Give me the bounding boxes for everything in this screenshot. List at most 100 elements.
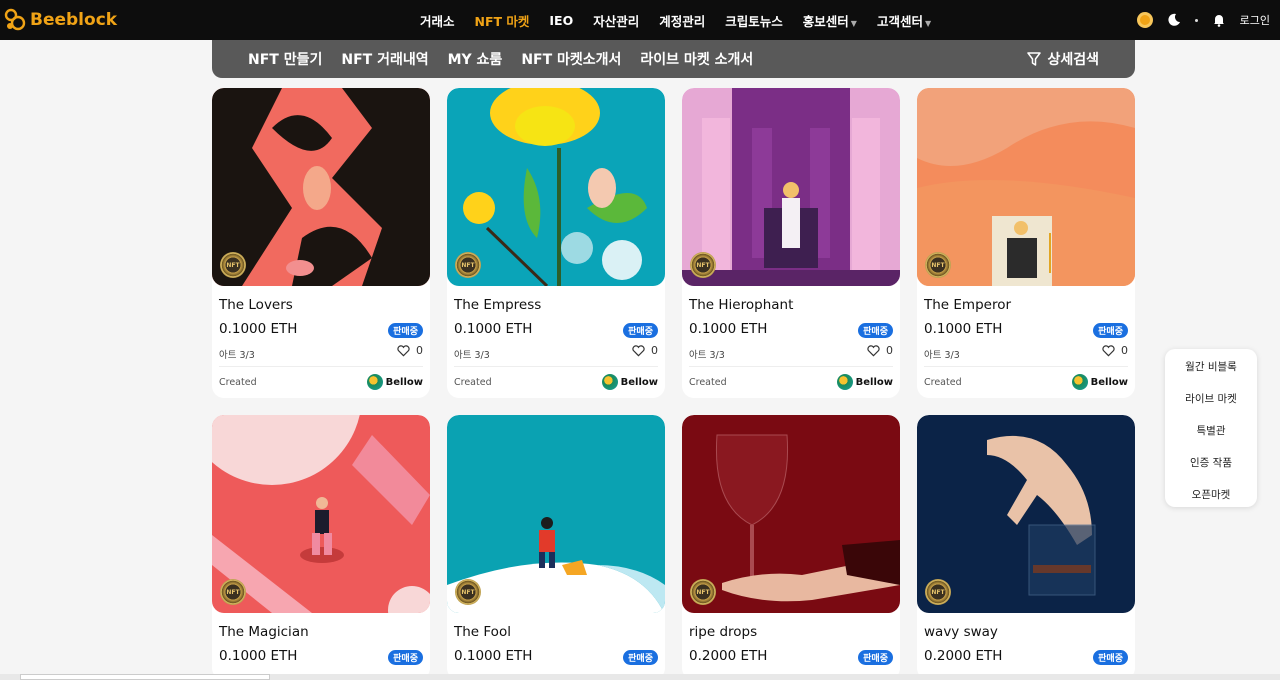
nft-title: ripe drops — [689, 624, 758, 640]
nft-artwork-image[interactable]: NFT — [917, 88, 1135, 286]
like-counter[interactable]: 0 — [397, 344, 423, 357]
heart-icon[interactable] — [867, 344, 880, 357]
nft-badge-icon: NFT — [925, 579, 951, 605]
nft-title: The Fool — [454, 624, 511, 640]
nft-title: The Hierophant — [689, 297, 794, 313]
nft-artwork-image[interactable]: NFT — [447, 415, 665, 613]
menu-item-promotion-center[interactable]: 홍보센터 ▼ — [803, 11, 857, 30]
subnav-market-intro[interactable]: NFT 마켓소개서 — [521, 49, 621, 69]
menu-item-exchange[interactable]: 거래소 — [420, 11, 455, 30]
menu-item-customer-center[interactable]: 고객센터 ▼ — [877, 11, 931, 30]
heart-icon[interactable] — [1102, 344, 1115, 357]
nft-badge-icon: NFT — [455, 252, 481, 278]
menu-item-nft-market[interactable]: NFT 마켓 — [475, 11, 530, 30]
like-count: 0 — [886, 344, 893, 357]
like-counter[interactable]: 0 — [632, 344, 658, 357]
creator-info[interactable]: Bellow — [836, 374, 893, 390]
status-badge: 판매중 — [858, 323, 893, 338]
side-menu-open-market[interactable]: 오픈마켓 — [1165, 487, 1257, 502]
card-divider — [689, 366, 893, 367]
caret-down-icon: ▼ — [850, 18, 857, 28]
nft-price: 0.1000 ETH — [924, 321, 1003, 337]
dark-mode-icon[interactable] — [1167, 13, 1181, 27]
nft-artwork-image[interactable]: NFT — [212, 415, 430, 613]
nft-badge-icon: NFT — [455, 579, 481, 605]
nft-subnav: NFT 만들기 NFT 거래내역 MY 쇼룸 NFT 마켓소개서 라이브 마켓 … — [212, 40, 1135, 78]
nft-edition: 아트 3/3 — [924, 350, 960, 361]
creator-name: Bellow — [855, 376, 893, 388]
nft-card[interactable]: NFT The Fool 0.1000 ETH 판매중 — [447, 415, 665, 680]
advanced-search-label: 상세검색 — [1047, 52, 1099, 68]
nft-artwork-image[interactable]: NFT — [917, 415, 1135, 613]
nft-edition: 아트 3/3 — [689, 350, 725, 361]
nft-title: The Empress — [454, 297, 542, 313]
like-counter[interactable]: 0 — [1102, 344, 1128, 357]
status-badge: 판매중 — [623, 323, 658, 338]
brand-logo[interactable]: Beeblock — [4, 7, 117, 33]
side-menu-monthly-beeblock[interactable]: 월간 비블록 — [1165, 359, 1257, 374]
nft-card[interactable]: NFT wavy sway 0.2000 ETH 판매중 — [917, 415, 1135, 680]
creator-name: Bellow — [385, 376, 423, 388]
heart-icon[interactable] — [632, 344, 645, 357]
creator-info[interactable]: Bellow — [601, 374, 658, 390]
creator-info[interactable]: Bellow — [366, 374, 423, 390]
nft-price: 0.1000 ETH — [689, 321, 768, 337]
top-right-controls: 로그인 — [1136, 0, 1270, 40]
side-menu-special-hall[interactable]: 특별관 — [1165, 423, 1257, 438]
filter-icon — [1027, 52, 1042, 66]
menu-item-account-management[interactable]: 계정관리 — [659, 11, 705, 30]
nft-badge-icon: NFT — [220, 252, 246, 278]
nft-title: wavy sway — [924, 624, 998, 640]
nft-edition: 아트 3/3 — [219, 350, 255, 361]
card-divider — [454, 366, 658, 367]
caret-down-icon: ▼ — [924, 18, 932, 28]
subnav-create-nft[interactable]: NFT 만들기 — [248, 49, 322, 69]
nft-artwork-image[interactable]: NFT — [682, 88, 900, 286]
taskbar-tab[interactable] — [20, 674, 270, 680]
card-divider — [924, 366, 1128, 367]
card-divider — [219, 366, 423, 367]
menu-item-crypto-news[interactable]: 크립토뉴스 — [725, 11, 783, 30]
status-badge: 판매중 — [388, 323, 423, 338]
avatar — [601, 374, 618, 390]
advanced-search-button[interactable]: 상세검색 — [1027, 40, 1099, 78]
nft-card[interactable]: NFT ripe drops 0.2000 ETH 판매중 — [682, 415, 900, 680]
avatar — [836, 374, 853, 390]
nft-card[interactable]: NFT The Emperor 0.1000 ETH 판매중 아트 3/3 0 … — [917, 88, 1135, 398]
nft-card[interactable]: NFT The Magician 0.1000 ETH 판매중 — [212, 415, 430, 680]
nft-price: 0.1000 ETH — [454, 648, 533, 664]
nft-price: 0.1000 ETH — [219, 321, 298, 337]
subnav-live-market-intro[interactable]: 라이브 마켓 소개서 — [640, 49, 753, 69]
nft-price: 0.2000 ETH — [924, 648, 1003, 664]
nft-artwork-image[interactable]: NFT — [447, 88, 665, 286]
creator-info[interactable]: Bellow — [1071, 374, 1128, 390]
nft-badge-icon: NFT — [925, 252, 951, 278]
nft-badge-icon: NFT — [220, 579, 246, 605]
menu-item-label: 고객센터 — [876, 13, 923, 29]
subnav-nft-history[interactable]: NFT 거래내역 — [341, 49, 428, 69]
like-counter[interactable]: 0 — [867, 344, 893, 357]
nft-title: The Magician — [219, 624, 309, 640]
avatar — [366, 374, 383, 390]
nft-price: 0.2000 ETH — [689, 648, 768, 664]
menu-item-ieo[interactable]: IEO — [549, 13, 573, 28]
side-menu-live-market[interactable]: 라이브 마켓 — [1165, 391, 1257, 406]
login-link[interactable]: 로그인 — [1240, 12, 1270, 28]
creator-name: Bellow — [620, 376, 658, 388]
heart-icon[interactable] — [397, 344, 410, 357]
nft-artwork-image[interactable]: NFT — [682, 415, 900, 613]
nft-card[interactable]: NFT The Lovers 0.1000 ETH 판매중 아트 3/3 0 C… — [212, 88, 430, 398]
floating-side-menu: 월간 비블록 라이브 마켓 특별관 인증 작품 오픈마켓 — [1165, 349, 1257, 507]
bee-logo-icon — [4, 8, 26, 31]
menu-item-label: 홍보센터 — [802, 13, 849, 29]
light-mode-icon[interactable] — [1136, 12, 1153, 28]
side-menu-certified-works[interactable]: 인증 작품 — [1165, 455, 1257, 470]
nft-artwork-image[interactable]: NFT — [212, 88, 430, 286]
nft-card[interactable]: NFT The Hierophant 0.1000 ETH 판매중 아트 3/3… — [682, 88, 900, 398]
menu-item-asset-management[interactable]: 자산관리 — [593, 11, 639, 30]
nft-card[interactable]: NFT The Empress 0.1000 ETH 판매중 아트 3/3 0 … — [447, 88, 665, 398]
subnav-my-showroom[interactable]: MY 쇼룸 — [448, 49, 503, 69]
nft-price: 0.1000 ETH — [454, 321, 533, 337]
notification-bell-icon[interactable] — [1212, 13, 1226, 27]
creator-name: Bellow — [1090, 376, 1128, 388]
